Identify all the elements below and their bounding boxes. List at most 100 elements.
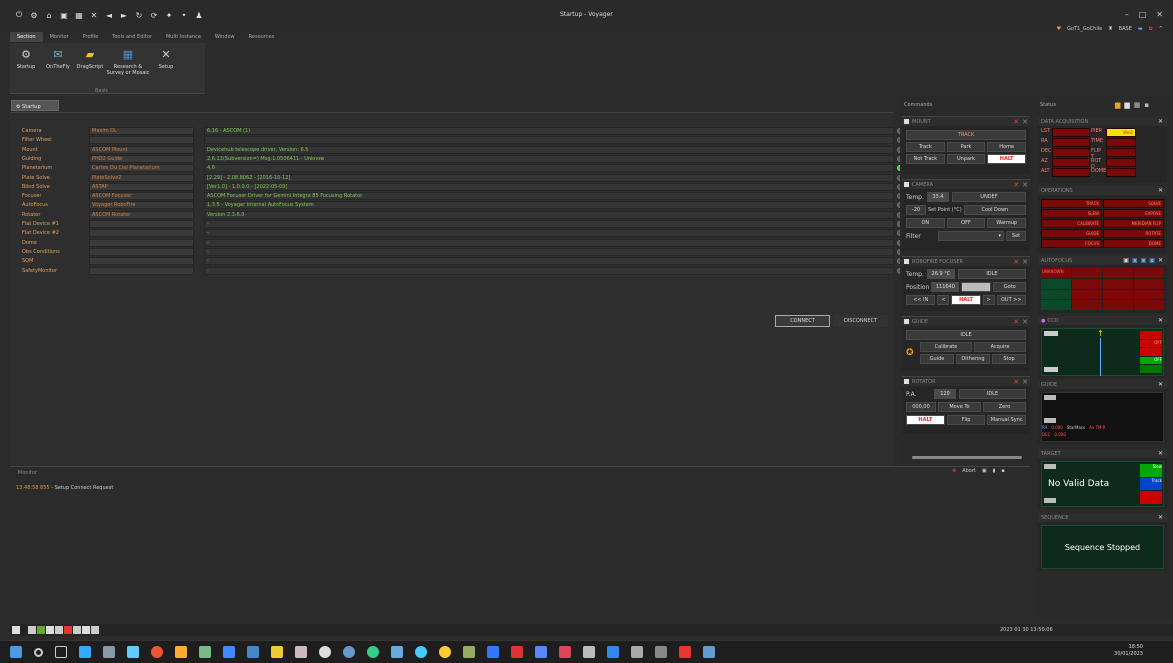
monitor-icon[interactable]: ▬ <box>1138 26 1143 32</box>
commands-scrollbar[interactable] <box>912 456 1022 459</box>
device-driver-select[interactable] <box>89 257 194 266</box>
settings-red-icon[interactable]: ✿ <box>1149 26 1153 32</box>
device-driver-select[interactable]: ASCOM Mount <box>89 145 194 154</box>
close-icon[interactable]: ✕ <box>1158 187 1163 194</box>
cooler-off-button[interactable]: OFF <box>946 218 986 228</box>
close-icon[interactable]: ✕ <box>1158 257 1163 264</box>
orange-folder-icon[interactable]: ▆ <box>1115 101 1120 109</box>
person-icon[interactable]: ♟ <box>194 10 204 20</box>
guide-stop-button[interactable]: Stop <box>992 354 1026 364</box>
app-icon-3[interactable] <box>127 646 139 658</box>
calibrate-button[interactable]: Calibrate <box>920 342 972 352</box>
close-red-icon[interactable]: ✕ <box>1013 118 1019 126</box>
step-in-button[interactable]: < <box>937 295 950 305</box>
zero-button[interactable]: Zero <box>983 402 1026 412</box>
ribbon-research-button[interactable]: ▦ Research & Survey or Mosaic <box>106 47 150 76</box>
device-driver-select[interactable]: ASCOM Rotator <box>89 210 194 219</box>
app-icon-2[interactable] <box>103 646 115 658</box>
move-to-button[interactable]: Move To <box>938 402 981 412</box>
device-driver-select[interactable] <box>89 220 194 228</box>
app-icon-14[interactable] <box>391 646 403 658</box>
tools-icon[interactable]: ✕ <box>89 10 99 20</box>
mount-halt-button[interactable]: HALT <box>987 154 1027 164</box>
bullet-icon[interactable]: • <box>179 10 189 20</box>
sync-icon[interactable]: ⟳ <box>149 10 159 20</box>
tab-startup[interactable]: ⚙ Startup <box>11 100 59 111</box>
device-driver-select[interactable]: PHD2 Guide <box>89 154 194 163</box>
track-button[interactable]: Track <box>906 142 945 152</box>
voyager-icon[interactable] <box>679 646 691 658</box>
af-view-icon[interactable]: ▣ <box>1123 257 1129 264</box>
menu-resources[interactable]: Resources <box>242 32 282 42</box>
close-icon[interactable]: ✕ <box>1022 258 1028 266</box>
app-icon-17[interactable] <box>463 646 475 658</box>
filter-set-button[interactable]: Set <box>1006 231 1026 241</box>
app-icon-13[interactable] <box>367 646 379 658</box>
device-driver-select[interactable] <box>89 247 194 256</box>
app-icon-5[interactable] <box>175 646 187 658</box>
warmup-button[interactable]: Warmup <box>987 218 1027 228</box>
app-icon-15[interactable] <box>415 646 427 658</box>
app-icon-22[interactable] <box>583 646 595 658</box>
close-icon[interactable]: ✕ <box>1022 181 1028 189</box>
menu-tools[interactable]: Tools and Editor <box>105 32 159 42</box>
device-driver-select[interactable] <box>89 266 194 275</box>
dithering-button[interactable]: Dithering <box>956 354 990 364</box>
chrome-icon[interactable] <box>151 646 163 658</box>
position-input[interactable] <box>961 282 992 292</box>
af-list-icon[interactable]: ▣ <box>1141 257 1147 264</box>
setpoint-input[interactable]: -20 <box>906 205 926 215</box>
ribbon-onthefly-button[interactable]: ✉ OnTheFly <box>42 47 74 70</box>
menu-profile[interactable]: Profile <box>76 32 106 42</box>
close-icon[interactable]: ✕ <box>1156 10 1163 19</box>
device-driver-select[interactable]: ASCOM Focuser <box>89 192 194 201</box>
device-driver-select[interactable]: Maxim DL <box>89 127 194 135</box>
close-icon[interactable]: ✕ <box>1158 381 1163 388</box>
af-graph-icon[interactable]: ▣ <box>1132 257 1138 264</box>
trash-icon[interactable]: ▮ <box>993 468 996 474</box>
maximize-icon[interactable]: □ <box>1139 10 1147 19</box>
goto-button[interactable]: Goto <box>993 282 1026 292</box>
close-red-icon[interactable]: ✕ <box>1013 318 1019 326</box>
app-icon-23[interactable] <box>607 646 619 658</box>
power-icon[interactable]: ⏻ <box>14 10 24 20</box>
app-icon-27[interactable] <box>703 646 715 658</box>
af-export-icon[interactable]: ▣ <box>1149 257 1155 264</box>
forward-icon[interactable]: ► <box>119 10 129 20</box>
close-red-icon[interactable]: ✕ <box>1013 378 1019 386</box>
base-label[interactable]: BASE <box>1119 26 1132 32</box>
rotator-halt-button[interactable]: HALT <box>906 415 945 425</box>
flip-button[interactable]: Flip <box>946 415 986 425</box>
close-icon[interactable]: ✕ <box>1022 378 1028 386</box>
focus-in-button[interactable]: << IN <box>906 295 936 305</box>
device-driver-select[interactable] <box>89 238 194 247</box>
pin-icon[interactable]: ▪ <box>1144 101 1149 109</box>
user-name[interactable]: GoT1_GoChile <box>1067 26 1102 32</box>
focuser-halt-button[interactable]: HALT <box>951 295 981 305</box>
rotator-angle-input[interactable]: 000,00 <box>906 402 936 412</box>
close-icon[interactable]: ✕ <box>1022 118 1028 126</box>
home-button[interactable]: Home <box>987 142 1027 152</box>
device-driver-select[interactable]: PlateSolve2 <box>89 173 194 182</box>
window-icon[interactable]: ▣ <box>982 468 987 474</box>
app-icon-25[interactable] <box>655 646 667 658</box>
cool-down-button[interactable]: Cool Down <box>963 205 1026 215</box>
cooler-on-button[interactable]: ON <box>906 218 945 228</box>
home-icon[interactable]: ⌂ <box>44 10 54 20</box>
filter-select[interactable]: ▾ <box>938 231 1004 241</box>
abort-icon[interactable]: ⊗ <box>952 468 956 474</box>
disconnect-button[interactable]: DISCONNECT <box>833 315 888 327</box>
close-icon[interactable]: ✕ <box>1158 450 1163 457</box>
ribbon-dragscript-button[interactable]: ▰ DragScript <box>74 47 106 70</box>
app-icon-11[interactable] <box>319 646 331 658</box>
windows-start-icon[interactable] <box>10 646 22 658</box>
park-button[interactable]: Park <box>946 142 986 152</box>
search-icon[interactable] <box>34 647 43 657</box>
app-icon-16[interactable] <box>439 646 451 658</box>
app-icon-1[interactable] <box>79 646 91 658</box>
device-driver-select[interactable]: Cartes Du Ciel Planetarium <box>89 164 194 173</box>
connect-button[interactable]: CONNECT <box>775 315 830 327</box>
unpark-button[interactable]: Unpark <box>946 154 986 164</box>
ribbon-setup-button[interactable]: ✕ Setup <box>150 47 182 70</box>
close-icon[interactable]: ✕ <box>1158 514 1163 521</box>
